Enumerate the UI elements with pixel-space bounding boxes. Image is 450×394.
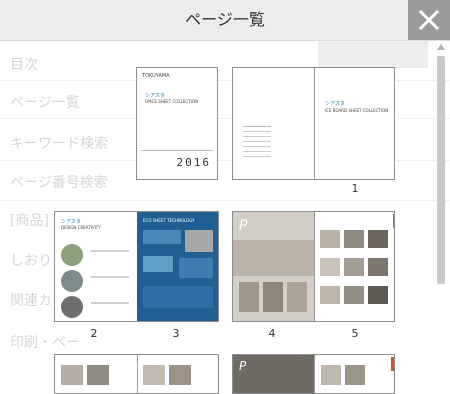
nav-item-related: 関連カ: [10, 293, 52, 309]
scrollbar[interactable]: [436, 44, 446, 374]
page-thumbnail-spread-4[interactable]: [54, 354, 219, 394]
nav-item-print: 印刷・ペー: [10, 335, 80, 351]
scroll-up-arrow-icon[interactable]: [437, 44, 445, 50]
nav-item-page-list: ページ一覧: [10, 95, 80, 111]
background-highlight: [318, 40, 428, 68]
spread2-right-heading: ECO SHEET TECHNOLOGY: [143, 218, 195, 223]
close-icon: [418, 9, 440, 31]
page-label-2: 2: [90, 327, 98, 340]
page-label-4: 4: [268, 327, 276, 340]
nav-item-keyword-search: キーワード検索: [10, 136, 108, 152]
spread2-left-heading: シアスタ: [61, 219, 82, 225]
cover-brand: TOKUYAMA: [142, 73, 170, 79]
cover-title: シアスタ: [145, 93, 166, 99]
cover-subtitle: OMCE SHEET COLLECTION: [145, 99, 198, 104]
page-label-1: 1: [351, 182, 359, 195]
page-label-3: 3: [172, 327, 180, 340]
page-thumbnail-spread-1[interactable]: シアスタ ICE BOARD SHEET COLLECTION: [232, 67, 395, 180]
nav-item-bookmark: しおり: [10, 253, 52, 269]
nav-item-products: [商品]: [10, 213, 49, 229]
spread1-subtitle: ICE BOARD SHEET COLLECTION: [325, 108, 389, 113]
nav-item-page-number-search: ページ番号検索: [10, 175, 108, 191]
cover-year: 2016: [176, 156, 211, 169]
modal-title: ページ一覧: [185, 10, 265, 29]
spread1-title: シアスタ: [325, 101, 346, 107]
page-label-5: 5: [351, 327, 359, 340]
page-thumbnail-spread-3[interactable]: P: [232, 211, 395, 322]
close-button[interactable]: [408, 0, 450, 40]
page-thumbnail-cover[interactable]: TOKUYAMA シアスタ OMCE SHEET COLLECTION 2016: [136, 67, 218, 180]
nav-item-toc: 目次: [10, 57, 38, 73]
spread3-logo: P: [239, 218, 248, 234]
modal-header: ページ一覧: [0, 0, 450, 41]
page-thumbnail-spread-2[interactable]: シアスタ DESIGN CREATIVITY ECO SHEET TECHNOL…: [54, 211, 219, 322]
scroll-thumb[interactable]: [437, 56, 445, 284]
spread2-left-subheading: DESIGN CREATIVITY: [61, 225, 101, 230]
page-thumbnail-spread-5[interactable]: P: [232, 354, 395, 394]
